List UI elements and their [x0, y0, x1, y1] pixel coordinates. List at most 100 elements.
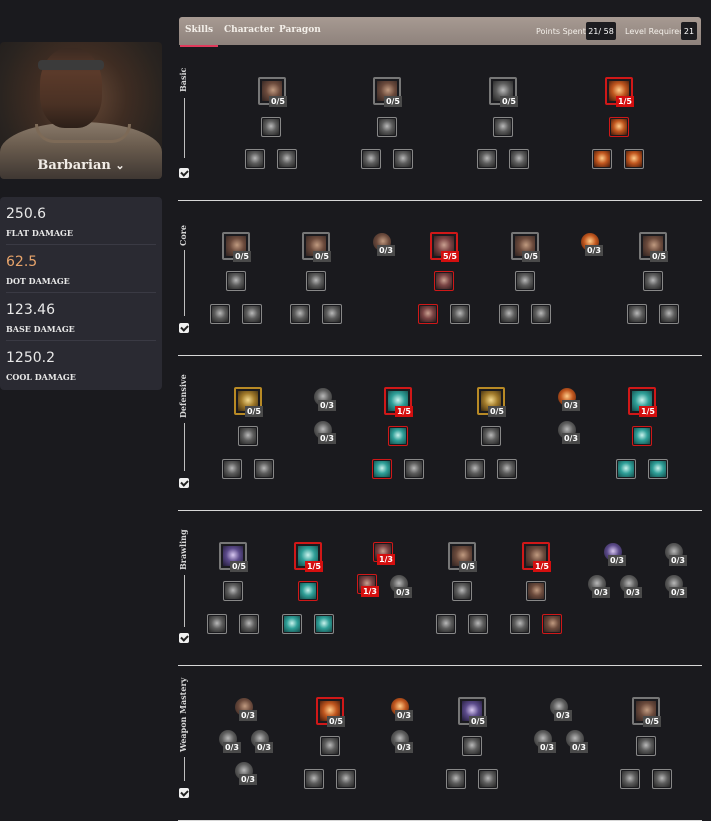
skill-passive[interactable]: 0/3	[664, 542, 687, 566]
skill-modifier[interactable]	[242, 304, 262, 324]
skill-passive[interactable]: 0/3	[580, 232, 603, 256]
skill-passive[interactable]: 0/3	[557, 420, 580, 444]
skill-modifier[interactable]	[627, 304, 647, 324]
hero-portrait[interactable]: Barbarian ⌄	[0, 42, 162, 179]
tab-skills[interactable]: Skills	[179, 25, 219, 47]
skill-modifier[interactable]	[239, 614, 259, 634]
skill-passive[interactable]: 0/3	[619, 574, 642, 598]
skill-upgrade[interactable]	[636, 736, 656, 756]
skill-passive[interactable]: 0/3	[250, 729, 273, 753]
skill-upgrade[interactable]	[462, 736, 482, 756]
skill-upgrade-active[interactable]	[388, 426, 408, 446]
skill-node[interactable]: 0/5	[489, 77, 518, 107]
skill-modifier[interactable]	[477, 149, 497, 169]
skill-modifier[interactable]	[210, 304, 230, 324]
skill-node[interactable]: 0/5	[511, 232, 540, 262]
skill-node[interactable]: 0/5	[632, 697, 661, 727]
skill-modifier[interactable]	[404, 459, 424, 479]
skill-modifier[interactable]	[393, 149, 413, 169]
skill-node[interactable]: 0/5	[373, 77, 402, 107]
skill-modifier[interactable]	[592, 149, 612, 169]
skill-modifier[interactable]	[450, 304, 470, 324]
skill-upgrade[interactable]	[261, 117, 281, 137]
checkbox-checked-icon[interactable]	[179, 168, 189, 178]
skill-upgrade[interactable]	[320, 736, 340, 756]
skill-modifier[interactable]	[304, 769, 324, 789]
skill-node[interactable]: 0/5	[316, 697, 345, 727]
skill-passive[interactable]: 0/3	[390, 729, 413, 753]
skill-modifier[interactable]	[314, 614, 334, 634]
skill-modifier[interactable]	[336, 769, 356, 789]
skill-modifier-active[interactable]	[542, 614, 562, 634]
skill-passive[interactable]: 0/3	[313, 387, 336, 411]
skill-modifier[interactable]	[322, 304, 342, 324]
skill-upgrade[interactable]	[493, 117, 513, 137]
checkbox-checked-icon[interactable]	[179, 633, 189, 643]
skill-upgrade-active[interactable]	[609, 117, 629, 137]
skill-upgrade[interactable]	[223, 581, 243, 601]
skill-upgrade[interactable]	[515, 271, 535, 291]
skill-modifier[interactable]	[245, 149, 265, 169]
skill-modifier[interactable]	[509, 149, 529, 169]
skill-modifier[interactable]	[222, 459, 242, 479]
skill-node[interactable]: 0/5	[234, 387, 263, 417]
skill-passive[interactable]: 0/3	[372, 232, 395, 256]
skill-modifier[interactable]	[499, 304, 519, 324]
skill-upgrade[interactable]	[481, 426, 501, 446]
skill-passive[interactable]: 0/3	[234, 761, 257, 785]
skill-upgrade[interactable]	[526, 581, 546, 601]
skill-passive[interactable]: 0/3	[603, 542, 626, 566]
checkbox-checked-icon[interactable]	[179, 788, 189, 798]
skill-modifier-active[interactable]	[418, 304, 438, 324]
skill-node-active[interactable]: 1/5	[294, 542, 323, 572]
skill-node[interactable]: 0/5	[477, 387, 506, 417]
skill-modifier[interactable]	[254, 459, 274, 479]
skill-modifier[interactable]	[465, 459, 485, 479]
skill-upgrade[interactable]	[643, 271, 663, 291]
skill-upgrade[interactable]	[452, 581, 472, 601]
skill-passive[interactable]: 0/3	[587, 574, 610, 598]
skill-passive[interactable]: 0/3	[557, 387, 580, 411]
skill-passive[interactable]: 0/3	[390, 697, 413, 721]
skill-upgrade[interactable]	[377, 117, 397, 137]
skill-node-active[interactable]: 1/5	[628, 387, 657, 417]
skill-modifier[interactable]	[207, 614, 227, 634]
skill-node-active[interactable]: 5/5	[430, 232, 459, 262]
skill-upgrade[interactable]	[226, 271, 246, 291]
skill-passive-active[interactable]: 1/3	[373, 542, 395, 565]
skill-modifier[interactable]	[468, 614, 488, 634]
skill-passive[interactable]: 0/3	[389, 574, 412, 598]
skill-modifier[interactable]	[446, 769, 466, 789]
skill-node[interactable]: 0/5	[458, 697, 487, 727]
skill-upgrade[interactable]	[238, 426, 258, 446]
skill-upgrade-active[interactable]	[632, 426, 652, 446]
skill-node-active[interactable]: 1/5	[522, 542, 551, 572]
skill-modifier[interactable]	[624, 149, 644, 169]
checkbox-checked-icon[interactable]	[179, 323, 189, 333]
skill-upgrade-active[interactable]	[298, 581, 318, 601]
skill-modifier[interactable]	[277, 149, 297, 169]
skill-passive[interactable]: 0/3	[565, 729, 588, 753]
skill-modifier[interactable]	[531, 304, 551, 324]
skill-node-active[interactable]: 1/5	[605, 77, 634, 107]
skill-passive[interactable]: 0/3	[533, 729, 556, 753]
skill-node[interactable]: 0/5	[258, 77, 287, 107]
tab-paragon[interactable]: Paragon	[279, 25, 321, 35]
tab-character[interactable]: Character	[224, 25, 274, 35]
skill-node[interactable]: 0/5	[219, 542, 248, 572]
skill-modifier[interactable]	[652, 769, 672, 789]
skill-passive[interactable]: 0/3	[549, 697, 572, 721]
skill-modifier[interactable]	[361, 149, 381, 169]
skill-modifier[interactable]	[616, 459, 636, 479]
skill-modifier-active[interactable]	[372, 459, 392, 479]
skill-upgrade-active[interactable]	[434, 271, 454, 291]
skill-modifier[interactable]	[648, 459, 668, 479]
skill-node[interactable]: 0/5	[302, 232, 331, 262]
skill-node[interactable]: 0/5	[222, 232, 251, 262]
skill-modifier[interactable]	[282, 614, 302, 634]
skill-modifier[interactable]	[436, 614, 456, 634]
skill-passive[interactable]: 0/3	[313, 420, 336, 444]
skill-passive[interactable]: 0/3	[664, 574, 687, 598]
class-selector[interactable]: Barbarian ⌄	[0, 158, 162, 173]
skill-node-active[interactable]: 1/5	[384, 387, 413, 417]
